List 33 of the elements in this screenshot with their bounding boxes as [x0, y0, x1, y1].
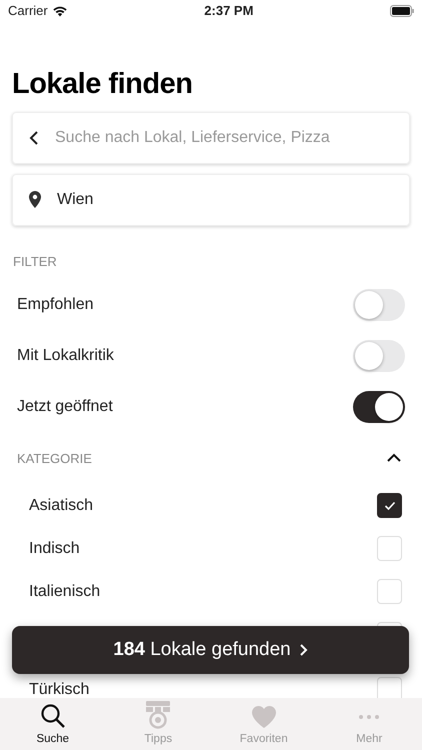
filter-label: Mit Lokalkritik [17, 346, 114, 366]
page-title: Lokale finden [12, 67, 194, 102]
category-label: Asiatisch [29, 496, 94, 516]
location-pin-icon [29, 191, 41, 208]
filter-label: Empfohlen [17, 294, 94, 315]
location-input[interactable]: Wien [55, 186, 393, 213]
category-label: Italienisch [29, 582, 100, 602]
more-icon [359, 714, 380, 719]
filter-label: Jetzt geöffnet [17, 396, 113, 417]
chevron-right-icon [298, 643, 308, 657]
toggle-switch[interactable] [353, 390, 405, 423]
heart-icon [250, 704, 277, 729]
search-icon [40, 702, 66, 729]
carrier-label: Carrier [8, 2, 48, 20]
category-label: Türkisch [29, 680, 90, 700]
location-field[interactable]: Wien [12, 174, 410, 226]
search-input[interactable]: Suche nach Lokal, Lieferservice, Pizza [53, 124, 393, 151]
check-icon [384, 500, 396, 511]
section-heading: FILTER [12, 252, 58, 271]
toggle-switch[interactable] [353, 288, 405, 321]
time-label: 2:37 PM [204, 2, 254, 20]
results-toast[interactable]: 184 Lokale gefunden [12, 626, 409, 674]
battery-icon [390, 5, 414, 17]
medal-icon [145, 700, 172, 729]
category-label: Indisch [29, 538, 80, 559]
search-field[interactable]: Suche nach Lokal, Lieferservice, Pizza [12, 112, 410, 164]
back-icon[interactable] [29, 130, 39, 146]
section-heading: KATEGORIE [17, 450, 92, 468]
wifi-icon [52, 5, 68, 17]
collapse-chevron-icon[interactable] [386, 452, 402, 464]
checkbox[interactable] [377, 493, 402, 518]
toggle-switch[interactable] [353, 340, 405, 372]
tab-item[interactable]: Suche [0, 698, 106, 750]
